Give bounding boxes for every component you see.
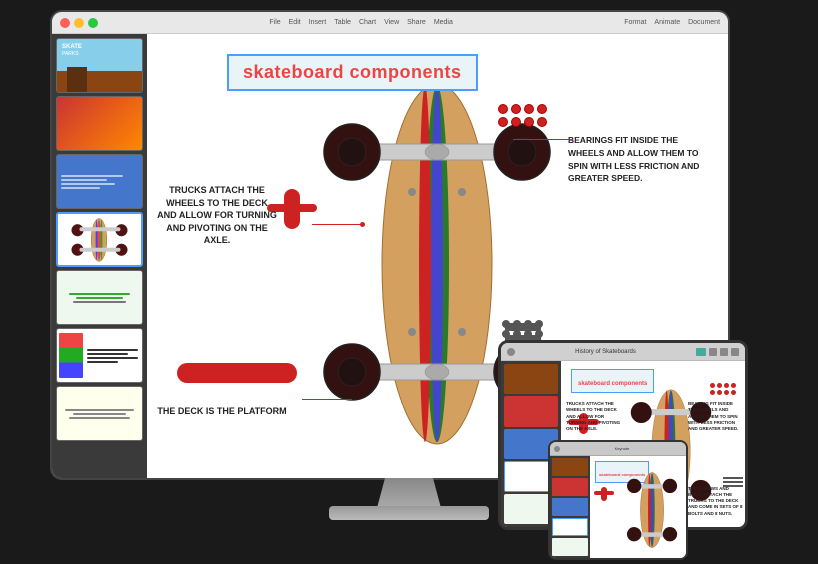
phone-thumb-4[interactable] (552, 518, 588, 536)
slide-thumbnail-1[interactable]: SKATE PARKS (56, 38, 143, 93)
trucks-annotation: TRUCKS ATTACH THE WHEELS TO THE DECK AND… (157, 184, 277, 247)
tablet-screws-annotation: THE SCREWS AND BOLTS ATTACH THE TRUCKS T… (688, 486, 743, 517)
animate-button[interactable]: Animate (654, 19, 680, 26)
slide-thumbnail-6[interactable] (56, 328, 143, 383)
tablet-bearings-annotation: BEARING FIT INSIDE THE WHEELS AND ALLOW … (688, 401, 743, 432)
slide-thumbnail-4[interactable] (56, 212, 143, 267)
phone-thumb-1[interactable] (552, 458, 588, 476)
phone-thumb-2[interactable] (552, 478, 588, 496)
bearings-annotation: BEARINGS FIT INSIDE THE WHEELS AND ALLOW… (568, 134, 708, 185)
trucks-connector-dot (360, 222, 365, 227)
trucks-connector-line (312, 224, 362, 225)
deck-connector-line (302, 399, 352, 400)
deck-annotation: THE DECK IS THE PLATFORM (157, 405, 287, 418)
phone-toolbar-title: Keynote (615, 446, 630, 451)
bearing-dot-1 (498, 104, 508, 114)
menu-edit[interactable]: Edit (289, 19, 301, 26)
slide-thumbnail-7[interactable] (56, 386, 143, 441)
tablet-close-btn (507, 348, 515, 356)
phone-content: skateboard components (550, 456, 686, 558)
phone-toolbar: Keynote (550, 442, 686, 456)
phone-screen: Keynote skateboard components (550, 442, 686, 558)
phone-thumb-5[interactable] (552, 538, 588, 556)
menu-file[interactable]: File (269, 19, 280, 26)
bearing-dot-3 (524, 104, 534, 114)
bearings-dots (498, 104, 558, 127)
menu-share[interactable]: Share (407, 19, 426, 26)
menu-view[interactable]: View (384, 19, 399, 26)
menu-table[interactable]: Table (334, 19, 351, 26)
bearing-dot-7 (524, 117, 534, 127)
format-button[interactable]: Format (624, 19, 646, 26)
tablet-bearings-dots (710, 383, 740, 395)
tablet-title: History of Skateboards (518, 349, 693, 355)
slide-title: skateboard components (243, 62, 462, 82)
tablet-thumb-2[interactable] (504, 396, 558, 426)
bearing-dot-5 (498, 117, 508, 127)
menu-insert[interactable]: Insert (309, 19, 327, 26)
menu-bar: File Edit Insert Table Chart View Share … (269, 19, 453, 26)
menu-chart[interactable]: Chart (359, 19, 376, 26)
minimize-button[interactable] (74, 18, 84, 28)
tablet-btn-2[interactable] (709, 348, 717, 356)
maximize-button[interactable] (88, 18, 98, 28)
tablet-btn-4[interactable] (731, 348, 739, 356)
phone-main-slide: skateboard components (590, 456, 686, 558)
tablet-trucks-annotation: TRUCKS ATTACH THE WHEELS TO THE DECK AND… (566, 401, 621, 432)
tablet-play-btn[interactable] (696, 348, 706, 356)
phone-close-btn (554, 446, 560, 452)
tablet-btn-3[interactable] (720, 348, 728, 356)
close-button[interactable] (60, 18, 70, 28)
tablet-toolbar: History of Skateboards (501, 343, 745, 361)
bearing-dot-6 (511, 117, 521, 127)
slide-thumbnail-5[interactable] (56, 270, 143, 325)
slide-thumbnail-3[interactable] (56, 154, 143, 209)
phone-thumb-3[interactable] (552, 498, 588, 516)
bearing-dot-4 (537, 104, 547, 114)
toolbar: File Edit Insert Table Chart View Share … (52, 12, 728, 34)
monitor-base (329, 506, 489, 520)
bearings-connector-line (513, 139, 573, 140)
bearing-dot-2 (511, 104, 521, 114)
slide-title-box: skateboard components (227, 54, 478, 91)
phone-sidebar (550, 456, 590, 558)
monitor-stand (369, 478, 449, 508)
tablet-controls (696, 348, 739, 356)
document-button[interactable]: Document (688, 19, 720, 26)
right-toolbar: Format Animate Document (624, 19, 720, 26)
screw-dots-panel (502, 320, 543, 338)
bearing-dot-8 (537, 117, 547, 127)
tablet-thumb-1[interactable] (504, 364, 558, 394)
slide-thumbnail-2[interactable] (56, 96, 143, 151)
phone-device: Keynote skateboard components (548, 440, 688, 560)
menu-media[interactable]: Media (434, 19, 453, 26)
slide-thumbnail-panel: SKATE PARKS (52, 34, 147, 478)
deck-icon (177, 363, 297, 383)
